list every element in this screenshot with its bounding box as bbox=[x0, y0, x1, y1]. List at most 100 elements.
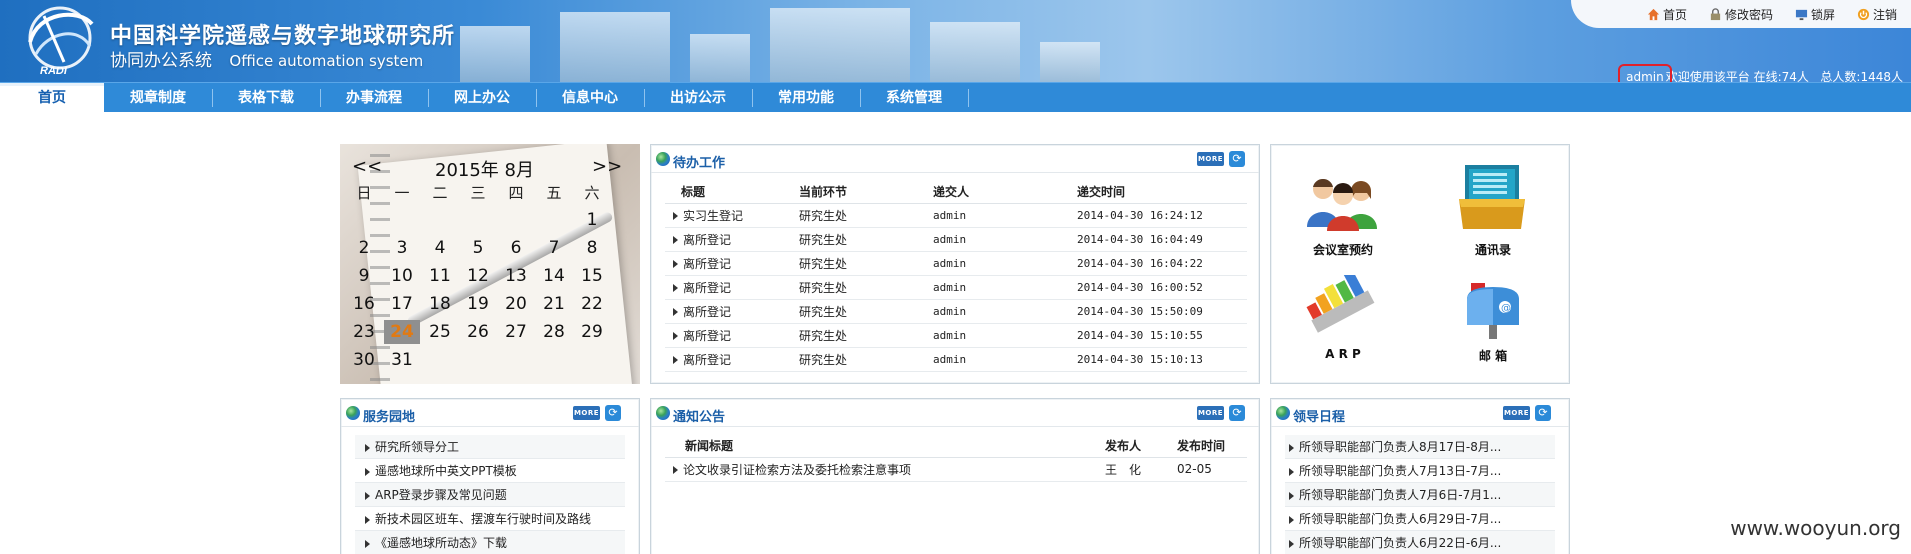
top-link-lock-screen[interactable]: 锁屏 bbox=[1795, 6, 1835, 23]
bullet-arrow-icon bbox=[365, 539, 370, 548]
calendar-day-cell[interactable]: 23 bbox=[346, 320, 382, 344]
table-row[interactable]: 离所登记 研究生处 admin 2014-04-30 15:10:13 bbox=[665, 347, 1247, 372]
list-item-text: 所领导职能部门负责人6月22日-6月... bbox=[1299, 536, 1502, 550]
todo-item-title[interactable]: 离所登记 bbox=[665, 347, 799, 372]
todo-item-title[interactable]: 离所登记 bbox=[665, 251, 799, 276]
refresh-icon[interactable]: ⟳ bbox=[605, 405, 621, 421]
calendar-day-cell[interactable]: 18 bbox=[422, 292, 458, 316]
calendar-prev-button[interactable]: << bbox=[352, 156, 382, 177]
calendar-day-cell[interactable]: 1 bbox=[574, 208, 610, 232]
quick-link-address-book[interactable]: 通讯录 bbox=[1433, 241, 1553, 258]
calendar-day-cell[interactable]: 12 bbox=[460, 264, 496, 288]
table-row[interactable]: 实习生登记 研究生处 admin 2014-04-30 16:24:12 bbox=[665, 203, 1247, 228]
calendar-day-cell[interactable]: 2 bbox=[346, 236, 382, 260]
list-item[interactable]: 所领导职能部门负责人7月6日-7月1... bbox=[1285, 483, 1555, 507]
calendar-day-cell[interactable]: 28 bbox=[536, 320, 572, 344]
calendar-day-cell[interactable]: 11 bbox=[422, 264, 458, 288]
calendar-day-cell[interactable]: 9 bbox=[346, 264, 382, 288]
calendar-day-cell[interactable]: 7 bbox=[536, 236, 572, 260]
nav-home[interactable]: 首页 bbox=[0, 83, 104, 113]
nav-regulations[interactable]: 规章制度 bbox=[104, 83, 212, 113]
todo-item-title[interactable]: 离所登记 bbox=[665, 323, 799, 348]
list-item[interactable]: 研究所领导分工 bbox=[355, 435, 625, 459]
nav-info-center[interactable]: 信息中心 bbox=[536, 83, 644, 113]
refresh-icon[interactable]: ⟳ bbox=[1535, 405, 1551, 421]
quick-link-arp[interactable]: A R P bbox=[1283, 347, 1403, 361]
calendar-day-cell[interactable]: 6 bbox=[498, 236, 534, 260]
calendar-day-cell[interactable]: 14 bbox=[536, 264, 572, 288]
calendar-today-cell[interactable]: 24 bbox=[384, 320, 420, 344]
table-row[interactable]: 离所登记 研究生处 admin 2014-04-30 16:04:22 bbox=[665, 251, 1247, 276]
todo-item-submitter: admin bbox=[933, 347, 1077, 372]
total-count: 1448 bbox=[1860, 70, 1891, 82]
calendar-day-cell[interactable]: 22 bbox=[574, 292, 610, 316]
notice-item-title[interactable]: 论文收录引证检索方法及委托检索注意事项 bbox=[665, 457, 1105, 482]
nav-system-admin[interactable]: 系统管理 bbox=[860, 83, 968, 113]
calendar-day-cell[interactable]: 20 bbox=[498, 292, 534, 316]
top-link-home[interactable]: 首页 bbox=[1647, 6, 1687, 23]
calendar-day-cell[interactable]: 29 bbox=[574, 320, 610, 344]
nav-common-functions[interactable]: 常用功能 bbox=[752, 83, 860, 113]
list-item[interactable]: 所领导职能部门负责人6月22日-6月... bbox=[1285, 531, 1555, 554]
list-item[interactable]: ARP登录步骤及常见问题 bbox=[355, 483, 625, 507]
todo-item-title[interactable]: 离所登记 bbox=[665, 227, 799, 252]
calendar-day-cell[interactable]: 25 bbox=[422, 320, 458, 344]
calendar-day-cell[interactable]: 30 bbox=[346, 348, 382, 372]
top-link-change-password[interactable]: 修改密码 bbox=[1709, 6, 1773, 23]
address-book-icon[interactable] bbox=[1457, 163, 1527, 233]
list-item[interactable]: 新技术园区班车、摆渡车行驶时间及路线 bbox=[355, 507, 625, 531]
calendar-day-cell[interactable]: 19 bbox=[460, 292, 496, 316]
meeting-room-icon[interactable] bbox=[1301, 171, 1385, 231]
calendar-day-cell[interactable]: 21 bbox=[536, 292, 572, 316]
calendar-day-cell[interactable]: 10 bbox=[384, 264, 420, 288]
quick-link-mailbox[interactable]: 邮 箱 bbox=[1433, 347, 1553, 364]
todo-panel-header: 待办工作 MORE ⟳ bbox=[651, 145, 1259, 173]
notice-more-button[interactable]: MORE bbox=[1197, 406, 1224, 420]
todo-item-title[interactable]: 离所登记 bbox=[665, 299, 799, 324]
calendar-day-cell[interactable]: 16 bbox=[346, 292, 382, 316]
top-link-logout[interactable]: 注销 bbox=[1857, 6, 1897, 23]
list-item[interactable]: 《遥感地球所动态》下载 bbox=[355, 531, 625, 554]
calendar-next-button[interactable]: >> bbox=[592, 156, 622, 177]
calendar-day-cell[interactable]: 8 bbox=[574, 236, 610, 260]
calendar-day-cell[interactable]: 13 bbox=[498, 264, 534, 288]
calendar-day-cell[interactable]: 17 bbox=[384, 292, 420, 316]
table-row[interactable]: 离所登记 研究生处 admin 2014-04-30 16:04:49 bbox=[665, 227, 1247, 252]
calendar-day-cell[interactable]: 27 bbox=[498, 320, 534, 344]
refresh-icon[interactable]: ⟳ bbox=[1229, 151, 1245, 167]
list-item[interactable]: 所领导职能部门负责人7月13日-7月... bbox=[1285, 459, 1555, 483]
nav-procedures[interactable]: 办事流程 bbox=[320, 83, 428, 113]
table-row[interactable]: 论文收录引证检索方法及委托检索注意事项 王 化 02-05 bbox=[665, 457, 1247, 482]
calendar-day-cell[interactable]: 4 bbox=[422, 236, 458, 260]
header-banner: RADI 中国科学院遥感与数字地球研究所 协同办公系统 Office autom… bbox=[0, 0, 1911, 82]
calendar-day-cell[interactable]: 31 bbox=[384, 348, 420, 372]
todo-more-button[interactable]: MORE bbox=[1197, 152, 1224, 166]
nav-form-download[interactable]: 表格下载 bbox=[212, 83, 320, 113]
table-row[interactable]: 离所登记 研究生处 admin 2014-04-30 15:10:55 bbox=[665, 323, 1247, 348]
leader-schedule-panel: 领导日程 MORE ⟳ 所领导职能部门负责人8月17日-8月... 所领导职能部门… bbox=[1270, 398, 1570, 554]
todo-item-title-text: 离所登记 bbox=[683, 232, 732, 247]
column-header: 新闻标题 bbox=[665, 435, 1105, 458]
list-item[interactable]: 遥感地球所中英文PPT模板 bbox=[355, 459, 625, 483]
refresh-icon[interactable]: ⟳ bbox=[1229, 405, 1245, 421]
arp-icon[interactable] bbox=[1301, 275, 1381, 341]
mailbox-icon[interactable]: @ bbox=[1457, 275, 1527, 341]
calendar-day-cell[interactable]: 15 bbox=[574, 264, 610, 288]
todo-item-stage: 研究生处 bbox=[799, 251, 933, 276]
todo-item-title[interactable]: 实习生登记 bbox=[665, 203, 799, 228]
service-more-button[interactable]: MORE bbox=[573, 406, 600, 420]
leader-more-button[interactable]: MORE bbox=[1503, 406, 1530, 420]
table-row[interactable]: 离所登记 研究生处 admin 2014-04-30 16:00:52 bbox=[665, 275, 1247, 300]
list-item[interactable]: 所领导职能部门负责人8月17日-8月... bbox=[1285, 435, 1555, 459]
calendar-day-cell[interactable]: 5 bbox=[460, 236, 496, 260]
calendar-day-cell[interactable]: 26 bbox=[460, 320, 496, 344]
bullet-arrow-icon bbox=[365, 515, 370, 524]
todo-item-title[interactable]: 离所登记 bbox=[665, 275, 799, 300]
username[interactable]: admin bbox=[1624, 70, 1666, 82]
nav-online-office[interactable]: 网上办公 bbox=[428, 83, 536, 113]
calendar-day-cell[interactable]: 3 bbox=[384, 236, 420, 260]
nav-visit-notice[interactable]: 出访公示 bbox=[644, 83, 752, 113]
table-row[interactable]: 离所登记 研究生处 admin 2014-04-30 15:50:09 bbox=[665, 299, 1247, 324]
quick-link-meeting-room[interactable]: 会议室预约 bbox=[1283, 241, 1403, 258]
list-item[interactable]: 所领导职能部门负责人6月29日-7月... bbox=[1285, 507, 1555, 531]
